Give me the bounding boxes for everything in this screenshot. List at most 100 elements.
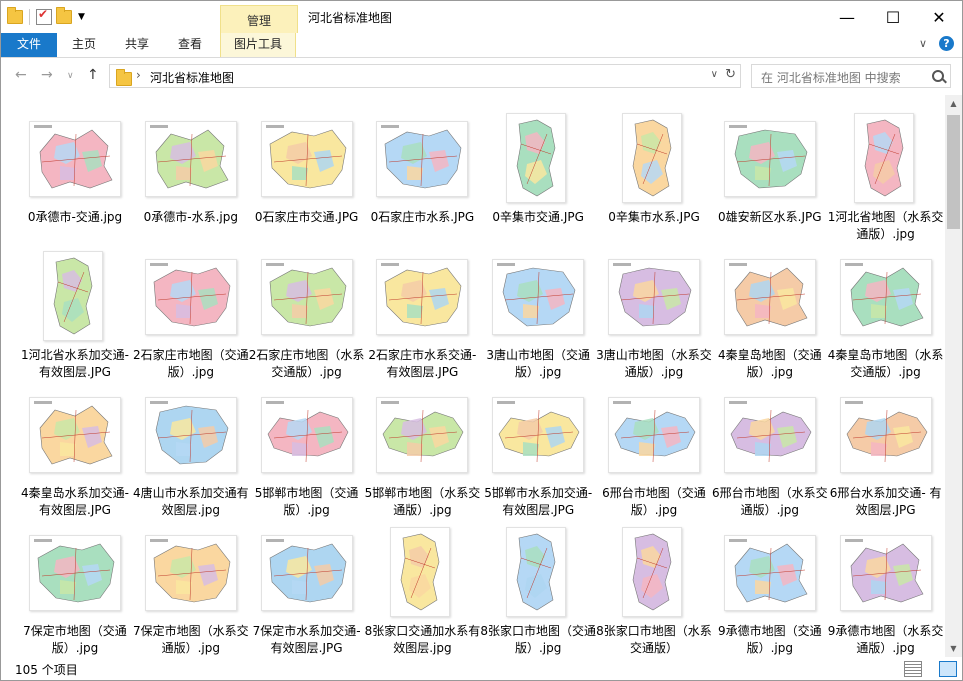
map-thumbnail-graphic — [497, 401, 580, 463]
file-name: 0承德市-水系.jpg — [143, 210, 238, 224]
tab-home[interactable]: 主页 — [61, 33, 107, 57]
file-name: 4秦皇岛市地图（水系交通版）.jpg — [827, 348, 944, 379]
map-thumbnail-image — [29, 397, 121, 473]
search-input[interactable]: 在 河北省标准地图 中搜索 — [761, 69, 901, 86]
map-thumbnail-image — [492, 397, 585, 473]
navigation-bar: ← → ∨ ↑ › 河北省标准地图 ∨ ↻ 在 河北省标准地图 中搜索 — [1, 58, 962, 94]
new-folder-icon[interactable] — [56, 7, 72, 24]
map-thumbnail-image — [622, 113, 682, 203]
help-icon[interactable]: ? — [939, 36, 954, 51]
map-thumbnail-image — [43, 251, 103, 341]
vertical-scrollbar[interactable]: ▲ ▼ — [945, 95, 962, 657]
map-thumbnail-image — [723, 121, 816, 197]
file-name: 1河北省水系加交通-有效图层.JPG — [21, 348, 129, 379]
close-button[interactable]: ✕ — [916, 1, 962, 33]
context-tab-group-label: 管理 — [246, 14, 271, 28]
map-thumbnail-graphic — [728, 539, 808, 603]
map-thumbnail-image — [839, 535, 932, 611]
window-title: 河北省标准地图 — [308, 11, 393, 25]
map-thumbnail-graphic — [34, 401, 113, 465]
details-view-icon[interactable] — [904, 661, 922, 677]
expand-ribbon-chevron-icon[interactable]: ∨ — [919, 37, 927, 50]
scroll-down-arrow-icon[interactable]: ▼ — [945, 640, 962, 657]
scroll-up-arrow-icon[interactable]: ▲ — [945, 95, 962, 112]
map-thumbnail-graphic — [149, 401, 229, 465]
map-thumbnail-image — [723, 535, 816, 611]
status-bar: 105 个项目 — [1, 657, 962, 680]
address-bar[interactable]: › 河北省标准地图 ∨ ↻ — [109, 64, 741, 88]
file-name: 9承德市地图（水系交通版）.jpg — [827, 624, 944, 655]
map-thumbnail-image — [390, 527, 451, 617]
map-thumbnail-graphic — [844, 539, 924, 603]
map-thumbnail-graphic — [844, 401, 927, 463]
maximize-button[interactable]: ☐ — [870, 1, 916, 33]
back-arrow-icon[interactable]: ← — [15, 67, 27, 83]
tab-share[interactable]: 共享 — [114, 33, 160, 57]
toolbar-divider — [29, 9, 30, 25]
map-thumbnail-graphic — [34, 539, 115, 603]
ribbon-tabs: 文件 主页 共享 查看 图片工具 ∨ ? — [1, 33, 962, 58]
large-icons-view-icon[interactable] — [939, 661, 957, 677]
map-thumbnail-graphic — [632, 119, 672, 197]
tab-file[interactable]: 文件 — [1, 33, 57, 57]
file-name: 7保定市地图（交通版）.jpg — [23, 624, 127, 655]
file-name: 6邢台市地图（交通版）.jpg — [602, 486, 706, 517]
map-thumbnail-image — [260, 121, 353, 197]
map-thumbnail-image — [376, 259, 469, 335]
search-box[interactable]: 在 河北省标准地图 中搜索 — [751, 64, 951, 88]
file-name: 4秦皇岛水系加交通-有效图层.JPG — [21, 486, 129, 517]
map-thumbnail-image — [144, 259, 237, 335]
file-name: 3唐山市地图（水系交通版）.jpg — [596, 348, 712, 379]
map-thumbnail-image — [260, 259, 353, 335]
tab-view[interactable]: 查看 — [167, 33, 213, 57]
map-thumbnail-image — [260, 535, 353, 611]
file-name: 5邯郸市水系加交通-有效图层.JPG — [484, 486, 593, 517]
map-thumbnail-image — [29, 535, 121, 611]
folder-icon — [7, 7, 23, 24]
file-name: 7保定市地图（水系交通版）.jpg — [132, 624, 249, 655]
recent-locations-chevron-icon[interactable]: ∨ — [67, 71, 74, 81]
address-dropdown-icon[interactable]: ∨ — [711, 69, 718, 80]
breadcrumb-separator-icon[interactable]: › — [136, 68, 141, 82]
file-name: 3唐山市地图（交通版）.jpg — [486, 348, 590, 379]
file-name: 0石家庄市水系.JPG — [370, 210, 475, 224]
breadcrumb-current-folder[interactable]: 河北省标准地图 — [150, 69, 234, 86]
file-name: 7保定市水系加交通-有效图层.JPG — [252, 624, 361, 655]
search-icon[interactable] — [932, 70, 944, 82]
file-name: 0雄安新区水系.JPG — [718, 210, 822, 224]
map-thumbnail-image — [144, 121, 237, 197]
map-thumbnail-image — [608, 397, 700, 473]
tab-picture-tools[interactable]: 图片工具 — [220, 33, 296, 57]
customize-toolbar-dropdown-icon[interactable]: ▼ — [78, 12, 85, 22]
map-thumbnail-graphic — [149, 125, 229, 189]
file-name: 0辛集市交通.JPG — [492, 210, 584, 224]
map-thumbnail-graphic — [497, 263, 576, 327]
up-arrow-icon[interactable]: ↑ — [87, 67, 99, 83]
file-name: 2石家庄市地图（交通版）.jpg — [132, 348, 249, 379]
map-thumbnail-image — [29, 121, 121, 197]
file-name: 6邢台水系加交通- 有效图层.JPG — [829, 486, 942, 517]
minimize-button[interactable]: — — [824, 1, 870, 33]
scrollbar-thumb[interactable] — [947, 115, 960, 229]
file-name: 9承德市地图（交通版）.jpg — [717, 624, 822, 655]
map-thumbnail-graphic — [401, 533, 440, 611]
map-thumbnail-image — [506, 113, 567, 203]
map-thumbnail-graphic — [728, 401, 812, 463]
file-name: 0辛集市水系.JPG — [608, 210, 700, 224]
map-thumbnail-graphic — [149, 263, 231, 327]
map-thumbnail-image — [622, 527, 682, 617]
map-thumbnail-graphic — [516, 533, 556, 611]
forward-arrow-icon[interactable]: → — [41, 67, 53, 83]
file-name: 0承德市-交通.jpg — [27, 210, 123, 224]
file-name: 2石家庄市地图（水系交通版）.jpg — [248, 348, 365, 379]
map-thumbnail-image — [723, 259, 816, 335]
file-name: 8张家口交通加水系有效图层.jpg — [364, 624, 481, 655]
map-thumbnail-graphic — [265, 401, 348, 463]
properties-icon[interactable] — [36, 7, 52, 25]
file-name: 8张家口市地图（交通版）.jpg — [480, 624, 596, 655]
explorer-window: ▼ 管理 河北省标准地图 — ☐ ✕ 文件 主页 共享 查看 图片工具 ∨ ? … — [0, 0, 963, 681]
map-thumbnail-image — [144, 397, 237, 473]
map-thumbnail-image — [723, 397, 816, 473]
file-name: 5邯郸市地图（水系交通版）.jpg — [364, 486, 481, 517]
refresh-icon[interactable]: ↻ — [725, 67, 736, 82]
